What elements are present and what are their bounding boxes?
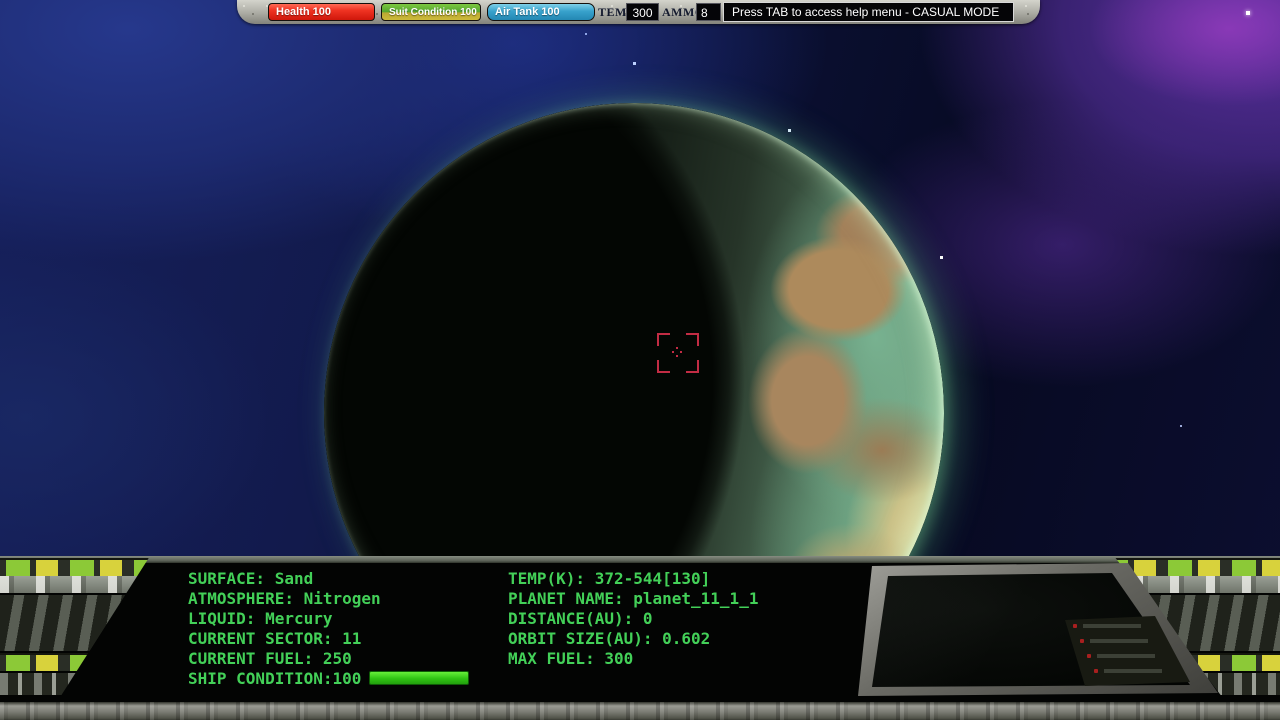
- game-screen: Health 100 Suit Condition 100 Air Tank 1…: [0, 0, 1280, 720]
- reticle-center-icon: [676, 351, 678, 353]
- air-tank-bar: Air Tank 100: [487, 3, 595, 21]
- cockpit-monitor: [850, 560, 1230, 702]
- reticle-corner-icon: [657, 333, 670, 346]
- red-led-icon: [1073, 624, 1077, 628]
- console-bottom-trim: [0, 702, 1280, 720]
- red-led-icon: [1080, 639, 1084, 643]
- atmosphere-readout: ATMOSPHERE: Nitrogen: [188, 589, 381, 609]
- star: [940, 256, 943, 259]
- ship-condition-value: 100: [333, 669, 362, 688]
- crosshair-reticle: [657, 333, 699, 373]
- help-message: Press TAB to access help menu - CASUAL M…: [723, 2, 1014, 22]
- suit-condition-bar: Suit Condition 100: [381, 3, 481, 21]
- button-slot: [1090, 639, 1148, 643]
- ammo-value-box: 8: [696, 3, 721, 21]
- temp-value-box: 300: [626, 3, 659, 21]
- planet-name-readout: PLANET NAME: planet_11_1_1: [508, 589, 758, 609]
- star: [1246, 11, 1250, 15]
- reticle-corner-icon: [686, 333, 699, 346]
- red-led-icon: [1087, 654, 1091, 658]
- current-sector-readout: CURRENT SECTOR: 11: [188, 629, 361, 649]
- current-fuel-readout: CURRENT FUEL: 250: [188, 649, 352, 669]
- button-slot: [1083, 624, 1141, 628]
- cockpit-console: SURFACE: Sand ATMOSPHERE: Nitrogen LIQUI…: [0, 556, 1280, 720]
- max-fuel-readout: MAX FUEL: 300: [508, 649, 633, 669]
- star: [585, 33, 587, 35]
- liquid-readout: LIQUID: Mercury: [188, 609, 333, 629]
- health-bar: Health 100: [268, 3, 375, 21]
- surface-readout: SURFACE: Sand: [188, 569, 313, 589]
- orbit-size-readout: ORBIT SIZE(AU): 0.602: [508, 629, 710, 649]
- star: [1180, 425, 1182, 427]
- ship-condition-readout: SHIP CONDITION:100: [188, 669, 469, 689]
- temp-k-readout: TEMP(K): 372-544[130]: [508, 569, 710, 589]
- distance-readout: DISTANCE(AU): 0: [508, 609, 653, 629]
- button-slot: [1097, 654, 1155, 658]
- reticle-corner-icon: [686, 360, 699, 373]
- star: [788, 129, 791, 132]
- ship-condition-bar: [369, 671, 469, 685]
- star: [633, 62, 636, 65]
- ship-condition-label: SHIP CONDITION:: [188, 669, 333, 688]
- reticle-corner-icon: [657, 360, 670, 373]
- button-slot: [1104, 669, 1162, 673]
- red-led-icon: [1094, 669, 1098, 673]
- top-hud-bar: Health 100 Suit Condition 100 Air Tank 1…: [237, 0, 1040, 24]
